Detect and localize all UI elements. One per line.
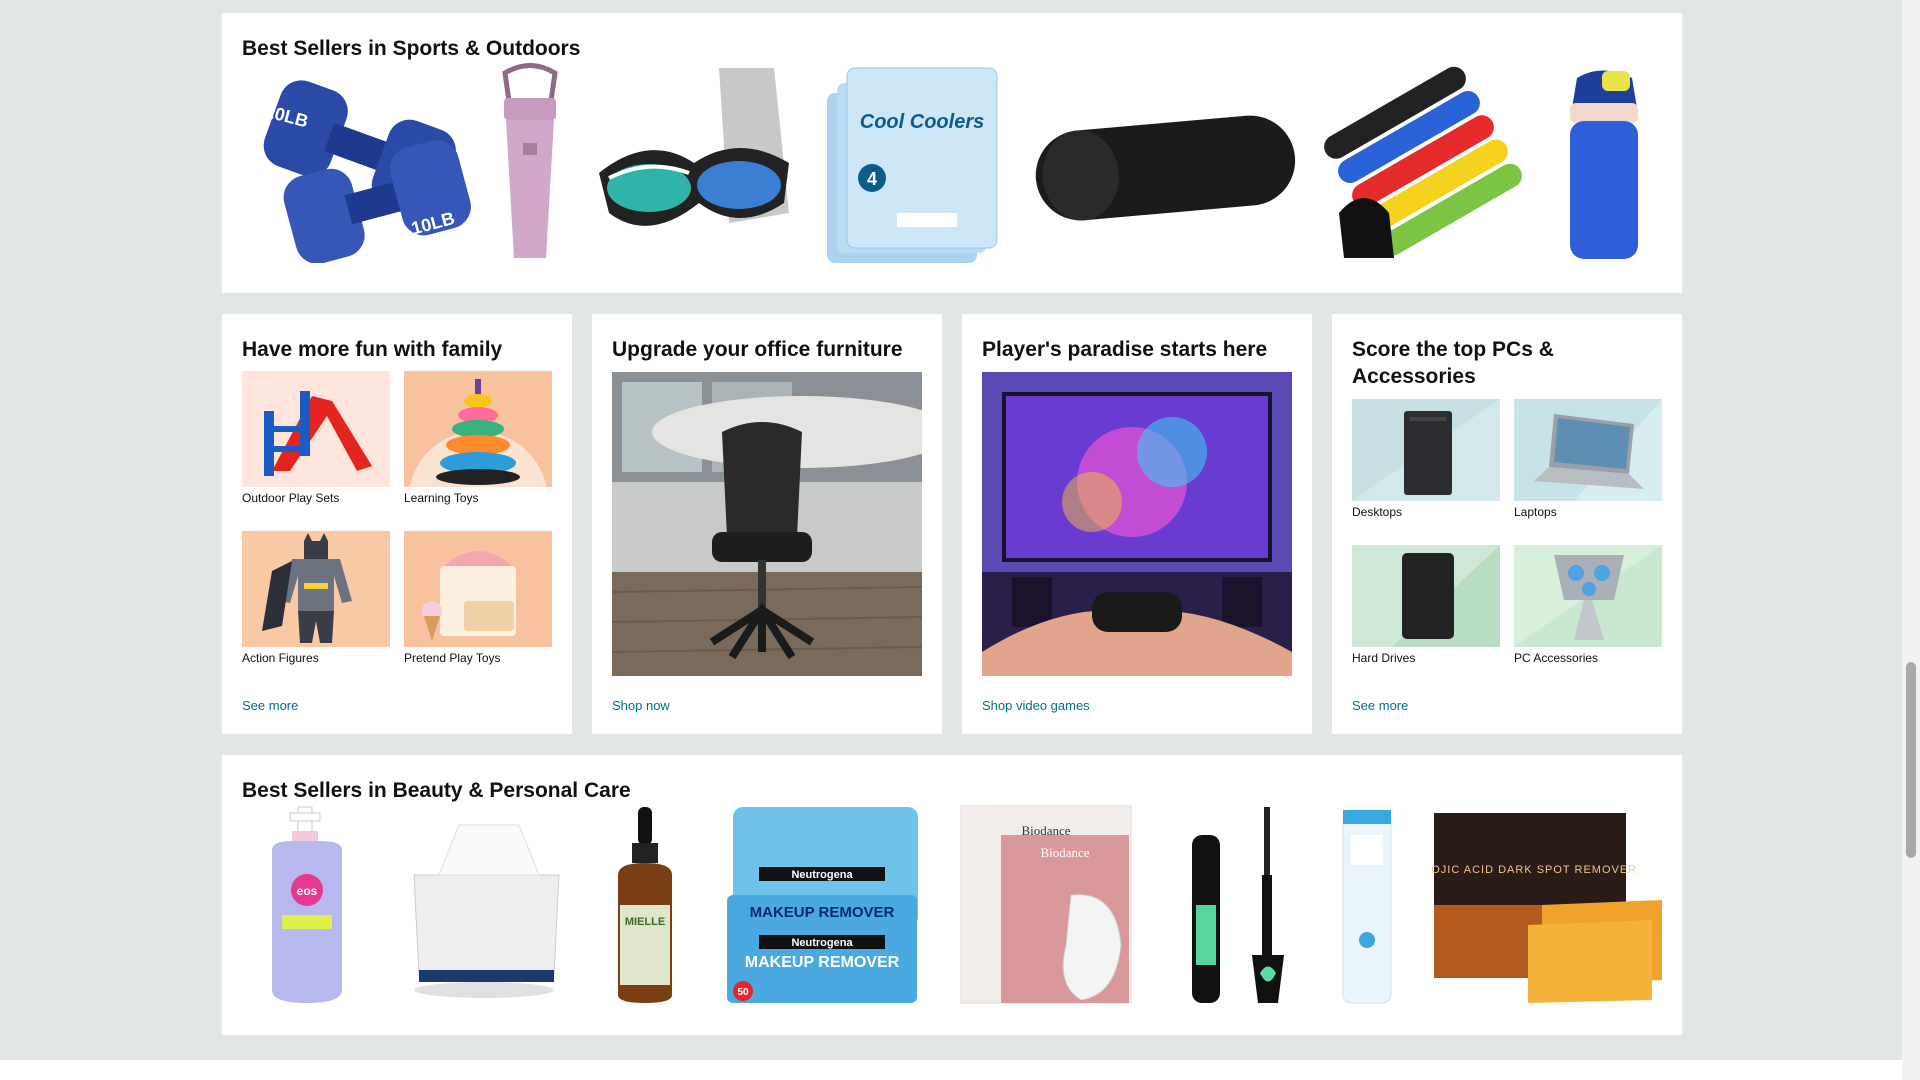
product-kojic-soap[interactable]: KOJIC ACID DARK SPOT REMOVER bbox=[1432, 805, 1662, 1005]
tile-label: Action Figures bbox=[242, 651, 319, 665]
neutrogena-line: MAKEUP REMOVER bbox=[745, 954, 900, 971]
tile-hard-drives[interactable]: Hard Drives bbox=[1352, 545, 1500, 666]
product-dumbbells[interactable]: 10LB 10LB bbox=[242, 63, 472, 263]
pcs-card: Score the top PCs & Accessories Desktops bbox=[1332, 314, 1682, 734]
tile-learning-toys[interactable]: Learning Toys bbox=[404, 371, 552, 506]
tile-pc-accessories[interactable]: PC Accessories bbox=[1514, 545, 1662, 666]
family-see-more-link[interactable]: See more bbox=[242, 698, 298, 713]
gaming-shop-link[interactable]: Shop video games bbox=[982, 698, 1090, 713]
neutrogena-brand: Neutrogena bbox=[792, 937, 854, 949]
tile-label: Laptops bbox=[1514, 505, 1557, 519]
sports-bestsellers-card: Best Sellers in Sports & Outdoors 10LB 1… bbox=[222, 13, 1682, 293]
product-stanley-tumbler[interactable] bbox=[490, 63, 570, 263]
family-title[interactable]: Have more fun with family bbox=[242, 336, 502, 363]
scrollbar-thumb[interactable] bbox=[1906, 662, 1916, 858]
office-shop-now-link[interactable]: Shop now bbox=[612, 698, 670, 713]
tile-outdoor-play-sets[interactable]: Outdoor Play Sets bbox=[242, 371, 390, 506]
pcs-title[interactable]: Score the top PCs & Accessories bbox=[1352, 336, 1662, 390]
product-essence-mascara[interactable] bbox=[1168, 805, 1298, 1005]
page-footer-edge bbox=[0, 1060, 1902, 1080]
neutrogena-brand-top: Neutrogena bbox=[792, 869, 854, 881]
mielle-brand: MIELLE bbox=[625, 916, 665, 928]
product-ice-packs[interactable]: Cool Coolers 4 bbox=[817, 63, 1007, 263]
biodance-brand: Biodance bbox=[1040, 845, 1089, 860]
product-cotton-rounds[interactable] bbox=[1325, 805, 1405, 1005]
pcs-see-more-link[interactable]: See more bbox=[1352, 698, 1408, 713]
tile-label: PC Accessories bbox=[1514, 651, 1599, 665]
product-owala-bottle[interactable] bbox=[1542, 63, 1662, 263]
tile-label: Desktops bbox=[1352, 505, 1403, 519]
tile-laptops[interactable]: Laptops bbox=[1514, 399, 1662, 520]
product-foam-roller[interactable] bbox=[1025, 63, 1305, 263]
vertical-scrollbar[interactable] bbox=[1902, 0, 1920, 1080]
tile-label: Pretend Play Toys bbox=[404, 651, 501, 665]
beauty-bestsellers-card: Best Sellers in Beauty & Personal Care e… bbox=[222, 755, 1682, 1035]
office-title[interactable]: Upgrade your office furniture bbox=[612, 336, 903, 363]
tile-label: Learning Toys bbox=[404, 491, 479, 505]
neutrogena-line-top: MAKEUP REMOVER bbox=[750, 904, 895, 921]
tile-label: Outdoor Play Sets bbox=[242, 491, 340, 505]
gaming-card: Player's paradise starts here Shop video… bbox=[962, 314, 1312, 734]
product-eos-lotion[interactable]: eos bbox=[242, 805, 372, 1005]
product-swim-goggles[interactable] bbox=[589, 63, 799, 263]
product-biodance-mask[interactable]: Biodance Biodance bbox=[951, 805, 1141, 1005]
office-card: Upgrade your office furniture Shop now bbox=[592, 314, 942, 734]
product-clean-skin-towels[interactable] bbox=[399, 805, 569, 1005]
eos-brand: eos bbox=[297, 884, 318, 898]
beauty-bestsellers-title[interactable]: Best Sellers in Beauty & Personal Care bbox=[242, 777, 631, 804]
tile-desktops[interactable]: Desktops bbox=[1352, 399, 1500, 520]
gaming-title[interactable]: Player's paradise starts here bbox=[982, 336, 1267, 363]
ice-pack-brand: Cool Coolers bbox=[860, 111, 984, 133]
product-resistance-bands[interactable] bbox=[1323, 63, 1524, 263]
gaming-setup-image[interactable] bbox=[982, 372, 1292, 676]
product-neutrogena-wipes[interactable]: Neutrogena MAKEUP REMOVER Neutrogena MAK… bbox=[723, 805, 923, 1005]
tile-action-figures[interactable]: Action Figures bbox=[242, 531, 390, 666]
neutrogena-count: 50 bbox=[738, 987, 750, 998]
office-chair-image[interactable] bbox=[612, 372, 922, 676]
tile-pretend-play-toys[interactable]: Pretend Play Toys bbox=[404, 531, 552, 666]
tile-label: Hard Drives bbox=[1352, 651, 1416, 665]
page: Best Sellers in Sports & Outdoors 10LB 1… bbox=[0, 0, 1902, 1080]
product-mielle-oil[interactable]: MIELLE bbox=[596, 805, 696, 1005]
family-card: Have more fun with family Outdoor Play S… bbox=[222, 314, 572, 734]
kojic-label: KOJIC ACID DARK SPOT REMOVER bbox=[1432, 864, 1637, 876]
ice-pack-count: 4 bbox=[867, 169, 877, 189]
sports-bestsellers-title[interactable]: Best Sellers in Sports & Outdoors bbox=[242, 35, 580, 62]
